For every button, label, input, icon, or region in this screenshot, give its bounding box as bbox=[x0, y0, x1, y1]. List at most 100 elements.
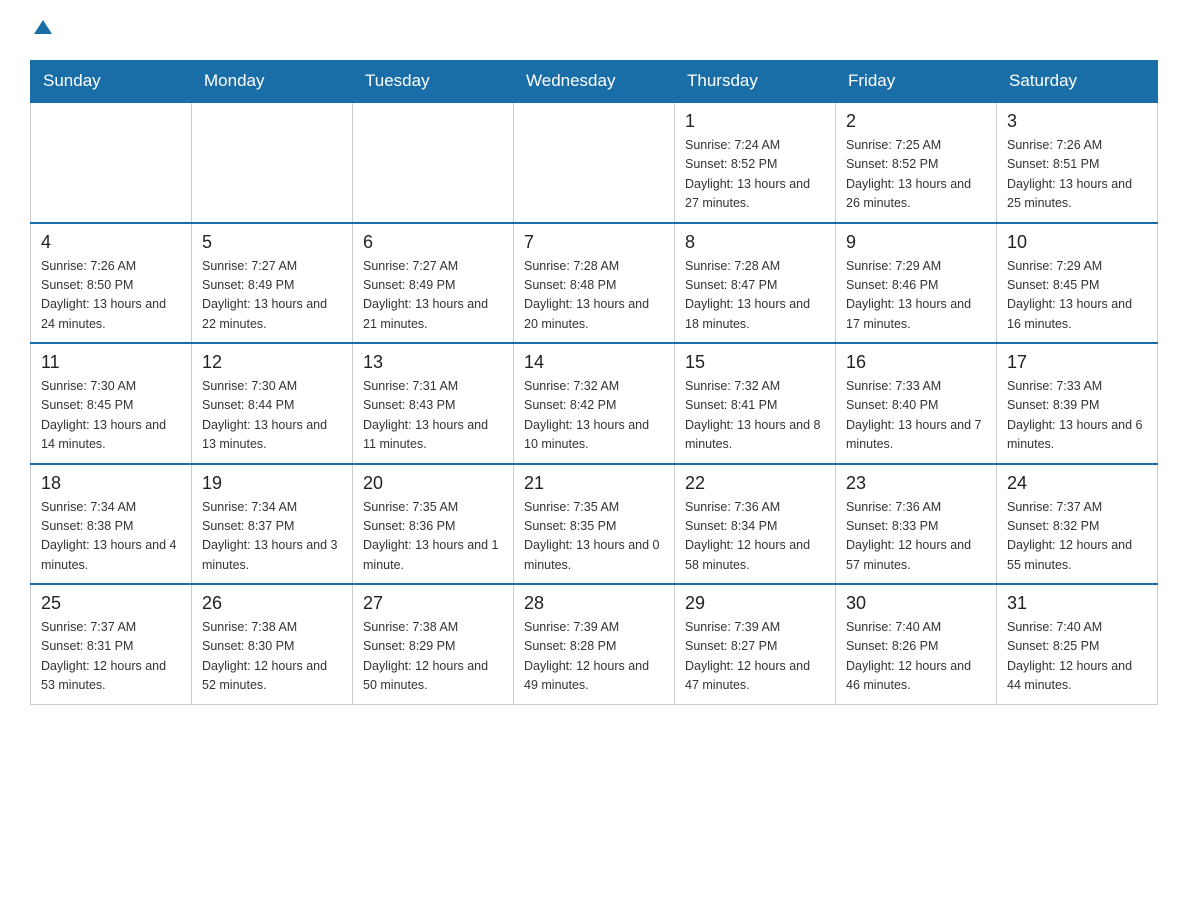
day-number: 10 bbox=[1007, 232, 1147, 253]
calendar-cell: 17 Sunrise: 7:33 AMSunset: 8:39 PMDayligh… bbox=[997, 343, 1158, 464]
calendar-cell: 5Sunrise: 7:27 AMSunset: 8:49 PMDaylight… bbox=[192, 223, 353, 344]
page-header bbox=[30, 20, 1158, 42]
day-info: Sunrise: 7:33 AMSunset: 8:40 PMDaylight:… bbox=[846, 377, 986, 455]
day-info: Sunrise: 7:26 AMSunset: 8:50 PMDaylight:… bbox=[41, 257, 181, 335]
calendar-header-row: Sunday Monday Tuesday Wednesday Thursday… bbox=[31, 61, 1158, 103]
calendar-cell: 27Sunrise: 7:38 AMSunset: 8:29 PMDayligh… bbox=[353, 584, 514, 704]
day-number: 16 bbox=[846, 352, 986, 373]
calendar-cell: 12 Sunrise: 7:30 AMSunset: 8:44 PMDayligh… bbox=[192, 343, 353, 464]
day-info: Sunrise: 7:36 AMSunset: 8:34 PMDaylight:… bbox=[685, 498, 825, 576]
week-row-2: 4 Sunrise: 7:26 AMSunset: 8:50 PMDaylight… bbox=[31, 223, 1158, 344]
calendar-cell: 23 Sunrise: 7:36 AMSunset: 8:33 PMDayligh… bbox=[836, 464, 997, 585]
day-number: 1 bbox=[685, 111, 825, 132]
col-monday: Monday bbox=[192, 61, 353, 103]
day-info: Sunrise: 7:39 AMSunset: 8:27 PMDaylight:… bbox=[685, 618, 825, 696]
calendar-cell: 11 Sunrise: 7:30 AMSunset: 8:45 PMDayligh… bbox=[31, 343, 192, 464]
week-row-3: 11 Sunrise: 7:30 AMSunset: 8:45 PMDayligh… bbox=[31, 343, 1158, 464]
day-info: Sunrise: 7:37 AMSunset: 8:32 PMDaylight:… bbox=[1007, 498, 1147, 576]
day-number: 7 bbox=[524, 232, 664, 253]
day-info: Sunrise: 7:40 AMSunset: 8:25 PMDaylight:… bbox=[1007, 618, 1147, 696]
day-number: 24 bbox=[1007, 473, 1147, 494]
calendar-cell: 26 Sunrise: 7:38 AMSunset: 8:30 PMDayligh… bbox=[192, 584, 353, 704]
calendar-cell: 7Sunrise: 7:28 AMSunset: 8:48 PMDaylight… bbox=[514, 223, 675, 344]
calendar-cell: 8 Sunrise: 7:28 AMSunset: 8:47 PMDaylight… bbox=[675, 223, 836, 344]
calendar-cell: 31 Sunrise: 7:40 AMSunset: 8:25 PMDayligh… bbox=[997, 584, 1158, 704]
calendar-cell: 25 Sunrise: 7:37 AMSunset: 8:31 PMDayligh… bbox=[31, 584, 192, 704]
day-number: 12 bbox=[202, 352, 342, 373]
day-info: Sunrise: 7:32 AMSunset: 8:41 PMDaylight:… bbox=[685, 377, 825, 455]
day-number: 19 bbox=[202, 473, 342, 494]
day-info: Sunrise: 7:26 AMSunset: 8:51 PMDaylight:… bbox=[1007, 136, 1147, 214]
calendar-cell: 20 Sunrise: 7:35 AMSunset: 8:36 PMDayligh… bbox=[353, 464, 514, 585]
calendar-cell: 22 Sunrise: 7:36 AMSunset: 8:34 PMDayligh… bbox=[675, 464, 836, 585]
calendar-cell: 1 Sunrise: 7:24 AMSunset: 8:52 PMDaylight… bbox=[675, 102, 836, 223]
day-info: Sunrise: 7:40 AMSunset: 8:26 PMDaylight:… bbox=[846, 618, 986, 696]
calendar-cell: 3 Sunrise: 7:26 AMSunset: 8:51 PMDaylight… bbox=[997, 102, 1158, 223]
day-number: 25 bbox=[41, 593, 181, 614]
day-info: Sunrise: 7:36 AMSunset: 8:33 PMDaylight:… bbox=[846, 498, 986, 576]
calendar-cell: 15 Sunrise: 7:32 AMSunset: 8:41 PMDayligh… bbox=[675, 343, 836, 464]
calendar-cell bbox=[353, 102, 514, 223]
day-info: Sunrise: 7:39 AMSunset: 8:28 PMDaylight:… bbox=[524, 618, 664, 696]
calendar-cell: 19Sunrise: 7:34 AMSunset: 8:37 PMDayligh… bbox=[192, 464, 353, 585]
day-number: 4 bbox=[41, 232, 181, 253]
week-row-4: 18Sunrise: 7:34 AMSunset: 8:38 PMDayligh… bbox=[31, 464, 1158, 585]
day-info: Sunrise: 7:29 AMSunset: 8:46 PMDaylight:… bbox=[846, 257, 986, 335]
day-info: Sunrise: 7:30 AMSunset: 8:44 PMDaylight:… bbox=[202, 377, 342, 455]
day-number: 23 bbox=[846, 473, 986, 494]
day-info: Sunrise: 7:34 AMSunset: 8:38 PMDaylight:… bbox=[41, 498, 181, 576]
day-info: Sunrise: 7:35 AMSunset: 8:35 PMDaylight:… bbox=[524, 498, 664, 576]
day-info: Sunrise: 7:27 AMSunset: 8:49 PMDaylight:… bbox=[363, 257, 503, 335]
day-info: Sunrise: 7:32 AMSunset: 8:42 PMDaylight:… bbox=[524, 377, 664, 455]
day-number: 8 bbox=[685, 232, 825, 253]
calendar-cell: 6Sunrise: 7:27 AMSunset: 8:49 PMDaylight… bbox=[353, 223, 514, 344]
day-info: Sunrise: 7:35 AMSunset: 8:36 PMDaylight:… bbox=[363, 498, 503, 576]
col-tuesday: Tuesday bbox=[353, 61, 514, 103]
calendar-cell: 4 Sunrise: 7:26 AMSunset: 8:50 PMDaylight… bbox=[31, 223, 192, 344]
day-info: Sunrise: 7:27 AMSunset: 8:49 PMDaylight:… bbox=[202, 257, 342, 335]
day-number: 26 bbox=[202, 593, 342, 614]
calendar-table: Sunday Monday Tuesday Wednesday Thursday… bbox=[30, 60, 1158, 705]
col-friday: Friday bbox=[836, 61, 997, 103]
week-row-5: 25 Sunrise: 7:37 AMSunset: 8:31 PMDayligh… bbox=[31, 584, 1158, 704]
day-info: Sunrise: 7:29 AMSunset: 8:45 PMDaylight:… bbox=[1007, 257, 1147, 335]
day-number: 31 bbox=[1007, 593, 1147, 614]
calendar-cell: 18Sunrise: 7:34 AMSunset: 8:38 PMDayligh… bbox=[31, 464, 192, 585]
day-info: Sunrise: 7:37 AMSunset: 8:31 PMDaylight:… bbox=[41, 618, 181, 696]
day-number: 13 bbox=[363, 352, 503, 373]
day-number: 21 bbox=[524, 473, 664, 494]
calendar-cell: 30Sunrise: 7:40 AMSunset: 8:26 PMDayligh… bbox=[836, 584, 997, 704]
day-number: 3 bbox=[1007, 111, 1147, 132]
col-sunday: Sunday bbox=[31, 61, 192, 103]
col-saturday: Saturday bbox=[997, 61, 1158, 103]
day-number: 9 bbox=[846, 232, 986, 253]
day-info: Sunrise: 7:28 AMSunset: 8:47 PMDaylight:… bbox=[685, 257, 825, 335]
calendar-cell bbox=[31, 102, 192, 223]
calendar-cell: 14 Sunrise: 7:32 AMSunset: 8:42 PMDayligh… bbox=[514, 343, 675, 464]
day-number: 11 bbox=[41, 352, 181, 373]
calendar-cell: 24 Sunrise: 7:37 AMSunset: 8:32 PMDayligh… bbox=[997, 464, 1158, 585]
calendar-cell: 10 Sunrise: 7:29 AMSunset: 8:45 PMDayligh… bbox=[997, 223, 1158, 344]
day-number: 28 bbox=[524, 593, 664, 614]
calendar-cell: 2 Sunrise: 7:25 AMSunset: 8:52 PMDaylight… bbox=[836, 102, 997, 223]
day-number: 22 bbox=[685, 473, 825, 494]
day-info: Sunrise: 7:25 AMSunset: 8:52 PMDaylight:… bbox=[846, 136, 986, 214]
day-number: 14 bbox=[524, 352, 664, 373]
day-info: Sunrise: 7:31 AMSunset: 8:43 PMDaylight:… bbox=[363, 377, 503, 455]
day-number: 2 bbox=[846, 111, 986, 132]
calendar-cell: 13 Sunrise: 7:31 AMSunset: 8:43 PMDayligh… bbox=[353, 343, 514, 464]
col-thursday: Thursday bbox=[675, 61, 836, 103]
day-number: 15 bbox=[685, 352, 825, 373]
calendar-cell bbox=[192, 102, 353, 223]
day-info: Sunrise: 7:24 AMSunset: 8:52 PMDaylight:… bbox=[685, 136, 825, 214]
day-number: 29 bbox=[685, 593, 825, 614]
calendar-cell bbox=[514, 102, 675, 223]
day-number: 17 bbox=[1007, 352, 1147, 373]
day-info: Sunrise: 7:30 AMSunset: 8:45 PMDaylight:… bbox=[41, 377, 181, 455]
day-number: 20 bbox=[363, 473, 503, 494]
day-number: 27 bbox=[363, 593, 503, 614]
col-wednesday: Wednesday bbox=[514, 61, 675, 103]
day-info: Sunrise: 7:38 AMSunset: 8:30 PMDaylight:… bbox=[202, 618, 342, 696]
logo-triangle-icon bbox=[34, 20, 52, 34]
day-info: Sunrise: 7:33 AMSunset: 8:39 PMDaylight:… bbox=[1007, 377, 1147, 455]
